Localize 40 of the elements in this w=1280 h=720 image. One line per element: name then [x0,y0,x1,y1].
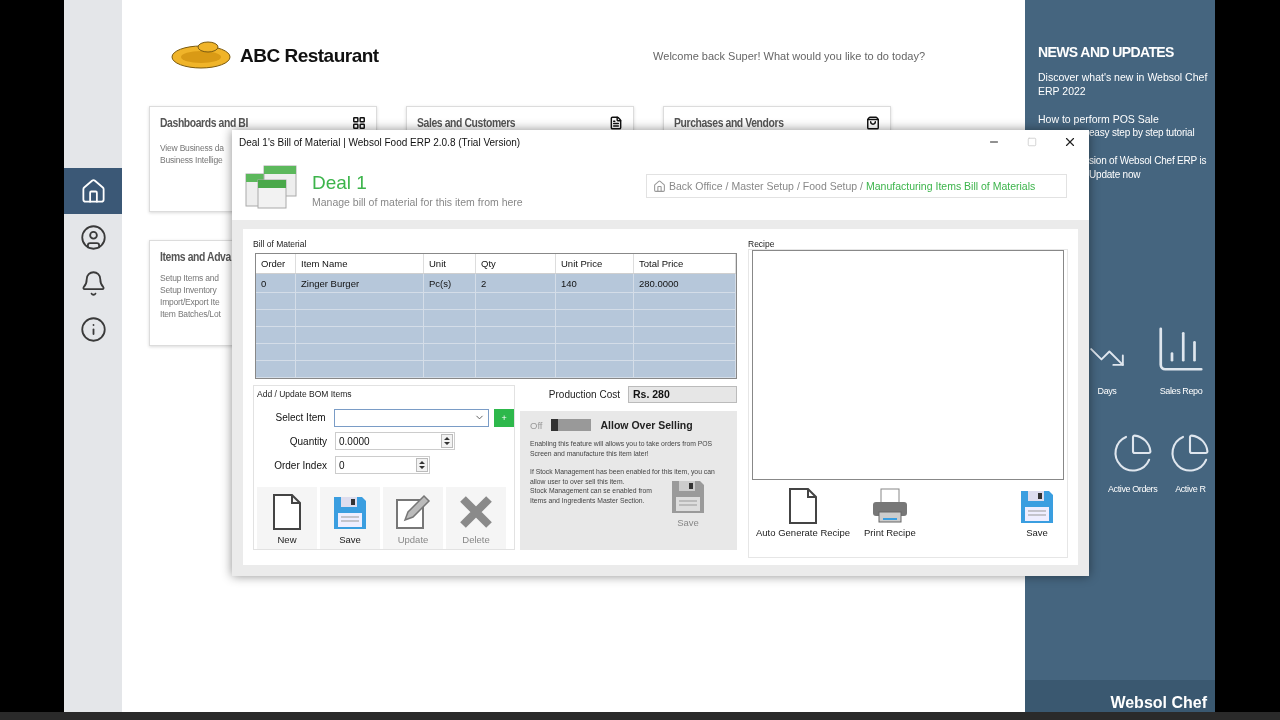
group-label: Add / Update BOM Items [257,389,353,400]
window-title: Deal 1's Bill of Material | Websol Food ERP 2.0.8 (Trial Version) [239,136,521,148]
card-title: Dashboards and BI [160,115,248,130]
card-text: View Business da [160,142,224,154]
item-heading: Deal 1 [312,172,368,194]
news-title: NEWS AND UPDATES [1038,44,1175,60]
news-text: easy step by step tutorial [1089,126,1196,140]
toggle-label: Allow Over Selling [600,419,693,431]
card-text: Setup Inventory [160,284,217,296]
toggle-state: Off [530,419,543,431]
welcome-text: Welcome back Super! What would you like to do today? [653,50,925,62]
table-cell: Pc(s) [424,274,476,293]
field-label: Select Item [274,412,326,424]
card-text: Setup Items and [160,272,219,284]
news-text: sion of Websol Chef ERP is [1089,154,1208,168]
breadcrumb-current: Manufacturing Items Bill of Materials [866,180,1036,192]
breadcrumb-separator: / [796,180,800,192]
table-cell: Zinger Burger [296,274,424,293]
card-text: Business Intellige [160,154,223,166]
cost-field: Rs. 280 [628,385,737,403]
card-title: Purchases and Vendors [674,115,784,130]
field-label: Quantity [288,435,327,447]
table-cell: 140 [556,274,634,293]
table-cell: 280.0000 [634,274,736,293]
group-label: Bill of Material [253,239,308,250]
table-cell: 0 [256,274,296,293]
table-cell: 2 [476,274,556,293]
card-text: Import/Export Ite [160,296,220,308]
card-title: Sales and Customers [417,115,516,130]
news-text: Update now [1089,168,1142,182]
group-label: Recipe [748,239,776,250]
breadcrumb-separator: / [725,180,729,192]
card-text: Item Batches/Lot [160,308,221,320]
brand-name: ABC Restaurant [240,45,379,67]
field-label: Production Cost [548,388,620,400]
item-subtitle: Manage bill of material for this item from here [312,196,523,208]
breadcrumb-separator: / [860,180,863,192]
footer-logo: Websol Chef [1110,694,1207,712]
field-label: Order Index [273,459,327,471]
card-title: Items and Adva [160,249,231,264]
